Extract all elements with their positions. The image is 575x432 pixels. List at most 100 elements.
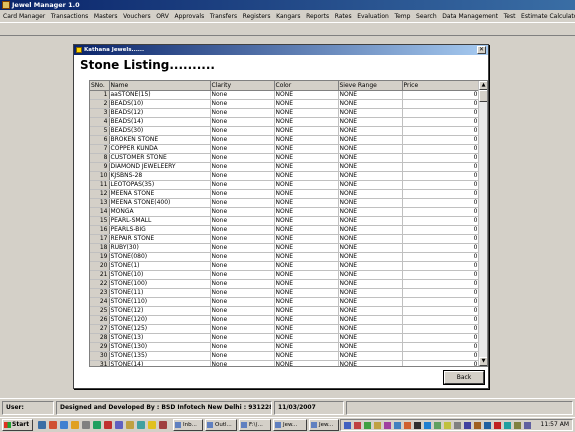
- menu-item[interactable]: Masters: [94, 13, 118, 20]
- menu-item[interactable]: Approvals: [174, 13, 204, 20]
- browser-icon[interactable]: [49, 421, 57, 429]
- tray-icon[interactable]: [424, 422, 431, 429]
- table-row[interactable]: 5 BEADS(30) None NONE NONE 0: [90, 126, 480, 136]
- tray-icon[interactable]: [504, 422, 511, 429]
- desktop-icon[interactable]: [38, 421, 46, 429]
- table-cell: 0: [402, 360, 480, 366]
- scroll-up-arrow-icon[interactable]: ▲: [479, 81, 487, 90]
- table-row[interactable]: 30 STONE(135) None NONE NONE 0: [90, 351, 480, 361]
- taskbar-task[interactable]: F:\(...: [239, 419, 271, 431]
- app-quick-icon[interactable]: [104, 421, 112, 429]
- table-row[interactable]: 23 STONE(11) None NONE NONE 0: [90, 288, 480, 298]
- table-row[interactable]: 31 STONE(14) None NONE NONE 0: [90, 360, 480, 366]
- menu-item[interactable]: Evaluation: [357, 13, 389, 20]
- tray-icon[interactable]: [344, 422, 351, 429]
- menu-item[interactable]: Registers: [243, 13, 271, 20]
- tray-icon[interactable]: [494, 422, 501, 429]
- table-row[interactable]: 2 BEADS(10) None NONE NONE 0: [90, 99, 480, 109]
- media-icon[interactable]: [93, 421, 101, 429]
- table-row[interactable]: 27 STONE(125) None NONE NONE 0: [90, 324, 480, 334]
- table-row[interactable]: 3 BEADS(12) None NONE NONE 0: [90, 108, 480, 118]
- tray-icon[interactable]: [514, 422, 521, 429]
- table-row[interactable]: 21 STONE(10) None NONE NONE 0: [90, 270, 480, 280]
- table-cell: NONE: [274, 234, 339, 244]
- table-row[interactable]: 14 MONGA None NONE NONE 0: [90, 207, 480, 217]
- quick-launch-icon[interactable]: [159, 421, 167, 429]
- table-row[interactable]: 18 RUBY(30) None NONE NONE 0: [90, 243, 480, 253]
- column-header[interactable]: Sieve Range: [338, 81, 403, 91]
- table-row[interactable]: 19 STONE(080) None NONE NONE 0: [90, 252, 480, 262]
- table-row[interactable]: 10 KJSBNS-28 None NONE NONE 0: [90, 171, 480, 181]
- tray-icon[interactable]: [394, 422, 401, 429]
- tray-icon[interactable]: [474, 422, 481, 429]
- messenger-icon[interactable]: [137, 421, 145, 429]
- tool-icon[interactable]: [115, 421, 123, 429]
- smiley-icon[interactable]: [148, 421, 156, 429]
- menu-item[interactable]: Transfers: [210, 13, 237, 20]
- menu-item[interactable]: Card Manager: [3, 13, 45, 20]
- tray-icon[interactable]: [524, 422, 531, 429]
- table-row[interactable]: 24 STONE(110) None NONE NONE 0: [90, 297, 480, 307]
- menu-item[interactable]: Transactions: [51, 13, 88, 20]
- outlook-icon[interactable]: [71, 421, 79, 429]
- tray-icon[interactable]: [454, 422, 461, 429]
- table-row[interactable]: 1 aaSTONE(15) None NONE NONE 0: [90, 90, 480, 100]
- tray-icon[interactable]: [434, 422, 441, 429]
- folder-icon[interactable]: [126, 421, 134, 429]
- menu-item[interactable]: Vouchers: [123, 13, 151, 20]
- close-button[interactable]: ✕: [477, 46, 486, 54]
- taskbar-task[interactable]: Inb...: [173, 419, 203, 431]
- menu-item[interactable]: Data Management: [442, 13, 498, 20]
- column-header[interactable]: Color: [274, 81, 339, 91]
- column-header[interactable]: Price: [402, 81, 480, 91]
- table-row[interactable]: 16 PEARLS-BIG None NONE NONE 0: [90, 225, 480, 235]
- table-row[interactable]: 7 COPPER KUNDA None NONE NONE 0: [90, 144, 480, 154]
- menu-item[interactable]: Kangars: [276, 13, 300, 20]
- taskbar-task[interactable]: Outl...: [205, 419, 237, 431]
- table-row[interactable]: 8 CUSTOMER STONE None NONE NONE 0: [90, 153, 480, 163]
- table-row[interactable]: 9 DIAMOND JEWELEERY None NONE NONE 0: [90, 162, 480, 172]
- column-header[interactable]: Name: [109, 81, 211, 91]
- menu-item[interactable]: Estimate Calculator: [521, 13, 575, 20]
- taskbar-task[interactable]: Jew...: [273, 419, 307, 431]
- tray-icon[interactable]: [404, 422, 411, 429]
- column-header[interactable]: SNo.: [90, 81, 110, 91]
- table-row[interactable]: 6 BROKEN STONE None NONE NONE 0: [90, 135, 480, 145]
- tray-icon[interactable]: [484, 422, 491, 429]
- tray-icon[interactable]: [444, 422, 451, 429]
- table-row[interactable]: 20 STONE(1) None NONE NONE 0: [90, 261, 480, 271]
- tray-icon[interactable]: [374, 422, 381, 429]
- table-row[interactable]: 28 STONE(13) None NONE NONE 0: [90, 333, 480, 343]
- table-cell: None: [210, 288, 275, 298]
- taskbar-task[interactable]: Jew...: [309, 419, 339, 431]
- table-row[interactable]: 15 PEARL-SMALL None NONE NONE 0: [90, 216, 480, 226]
- menu-item[interactable]: Temp: [394, 13, 410, 20]
- explorer-icon[interactable]: [82, 421, 90, 429]
- scroll-down-arrow-icon[interactable]: ▼: [479, 357, 487, 366]
- vertical-scrollbar[interactable]: ▲ ▼: [478, 81, 487, 366]
- table-row[interactable]: 13 MEENA STONE(400) None NONE NONE 0: [90, 198, 480, 208]
- tray-icon[interactable]: [364, 422, 371, 429]
- menu-item[interactable]: Search: [416, 13, 437, 20]
- back-button[interactable]: Back: [443, 370, 485, 385]
- table-row[interactable]: 22 STONE(100) None NONE NONE 0: [90, 279, 480, 289]
- table-row[interactable]: 29 STONE(130) None NONE NONE 0: [90, 342, 480, 352]
- tray-icon[interactable]: [354, 422, 361, 429]
- scroll-thumb[interactable]: [479, 90, 487, 102]
- table-row[interactable]: 11 LEOTOPAS(35) None NONE NONE 0: [90, 180, 480, 190]
- ie-icon[interactable]: [60, 421, 68, 429]
- menu-item[interactable]: Test: [504, 13, 516, 20]
- table-row[interactable]: 17 REPAIR STONE None NONE NONE 0: [90, 234, 480, 244]
- column-header[interactable]: Clarity: [210, 81, 275, 91]
- tray-icon[interactable]: [384, 422, 391, 429]
- menu-item[interactable]: Reports: [306, 13, 329, 20]
- table-row[interactable]: 26 STONE(120) None NONE NONE 0: [90, 315, 480, 325]
- tray-icon[interactable]: [414, 422, 421, 429]
- table-row[interactable]: 25 STONE(12) None NONE NONE 0: [90, 306, 480, 316]
- tray-icon[interactable]: [464, 422, 471, 429]
- menu-item[interactable]: Rates: [335, 13, 352, 20]
- table-row[interactable]: 4 BEADS(14) None NONE NONE 0: [90, 117, 480, 127]
- start-button[interactable]: Start: [2, 419, 33, 431]
- table-row[interactable]: 12 MEENA STONE None NONE NONE 0: [90, 189, 480, 199]
- menu-item[interactable]: ORV: [156, 13, 169, 20]
